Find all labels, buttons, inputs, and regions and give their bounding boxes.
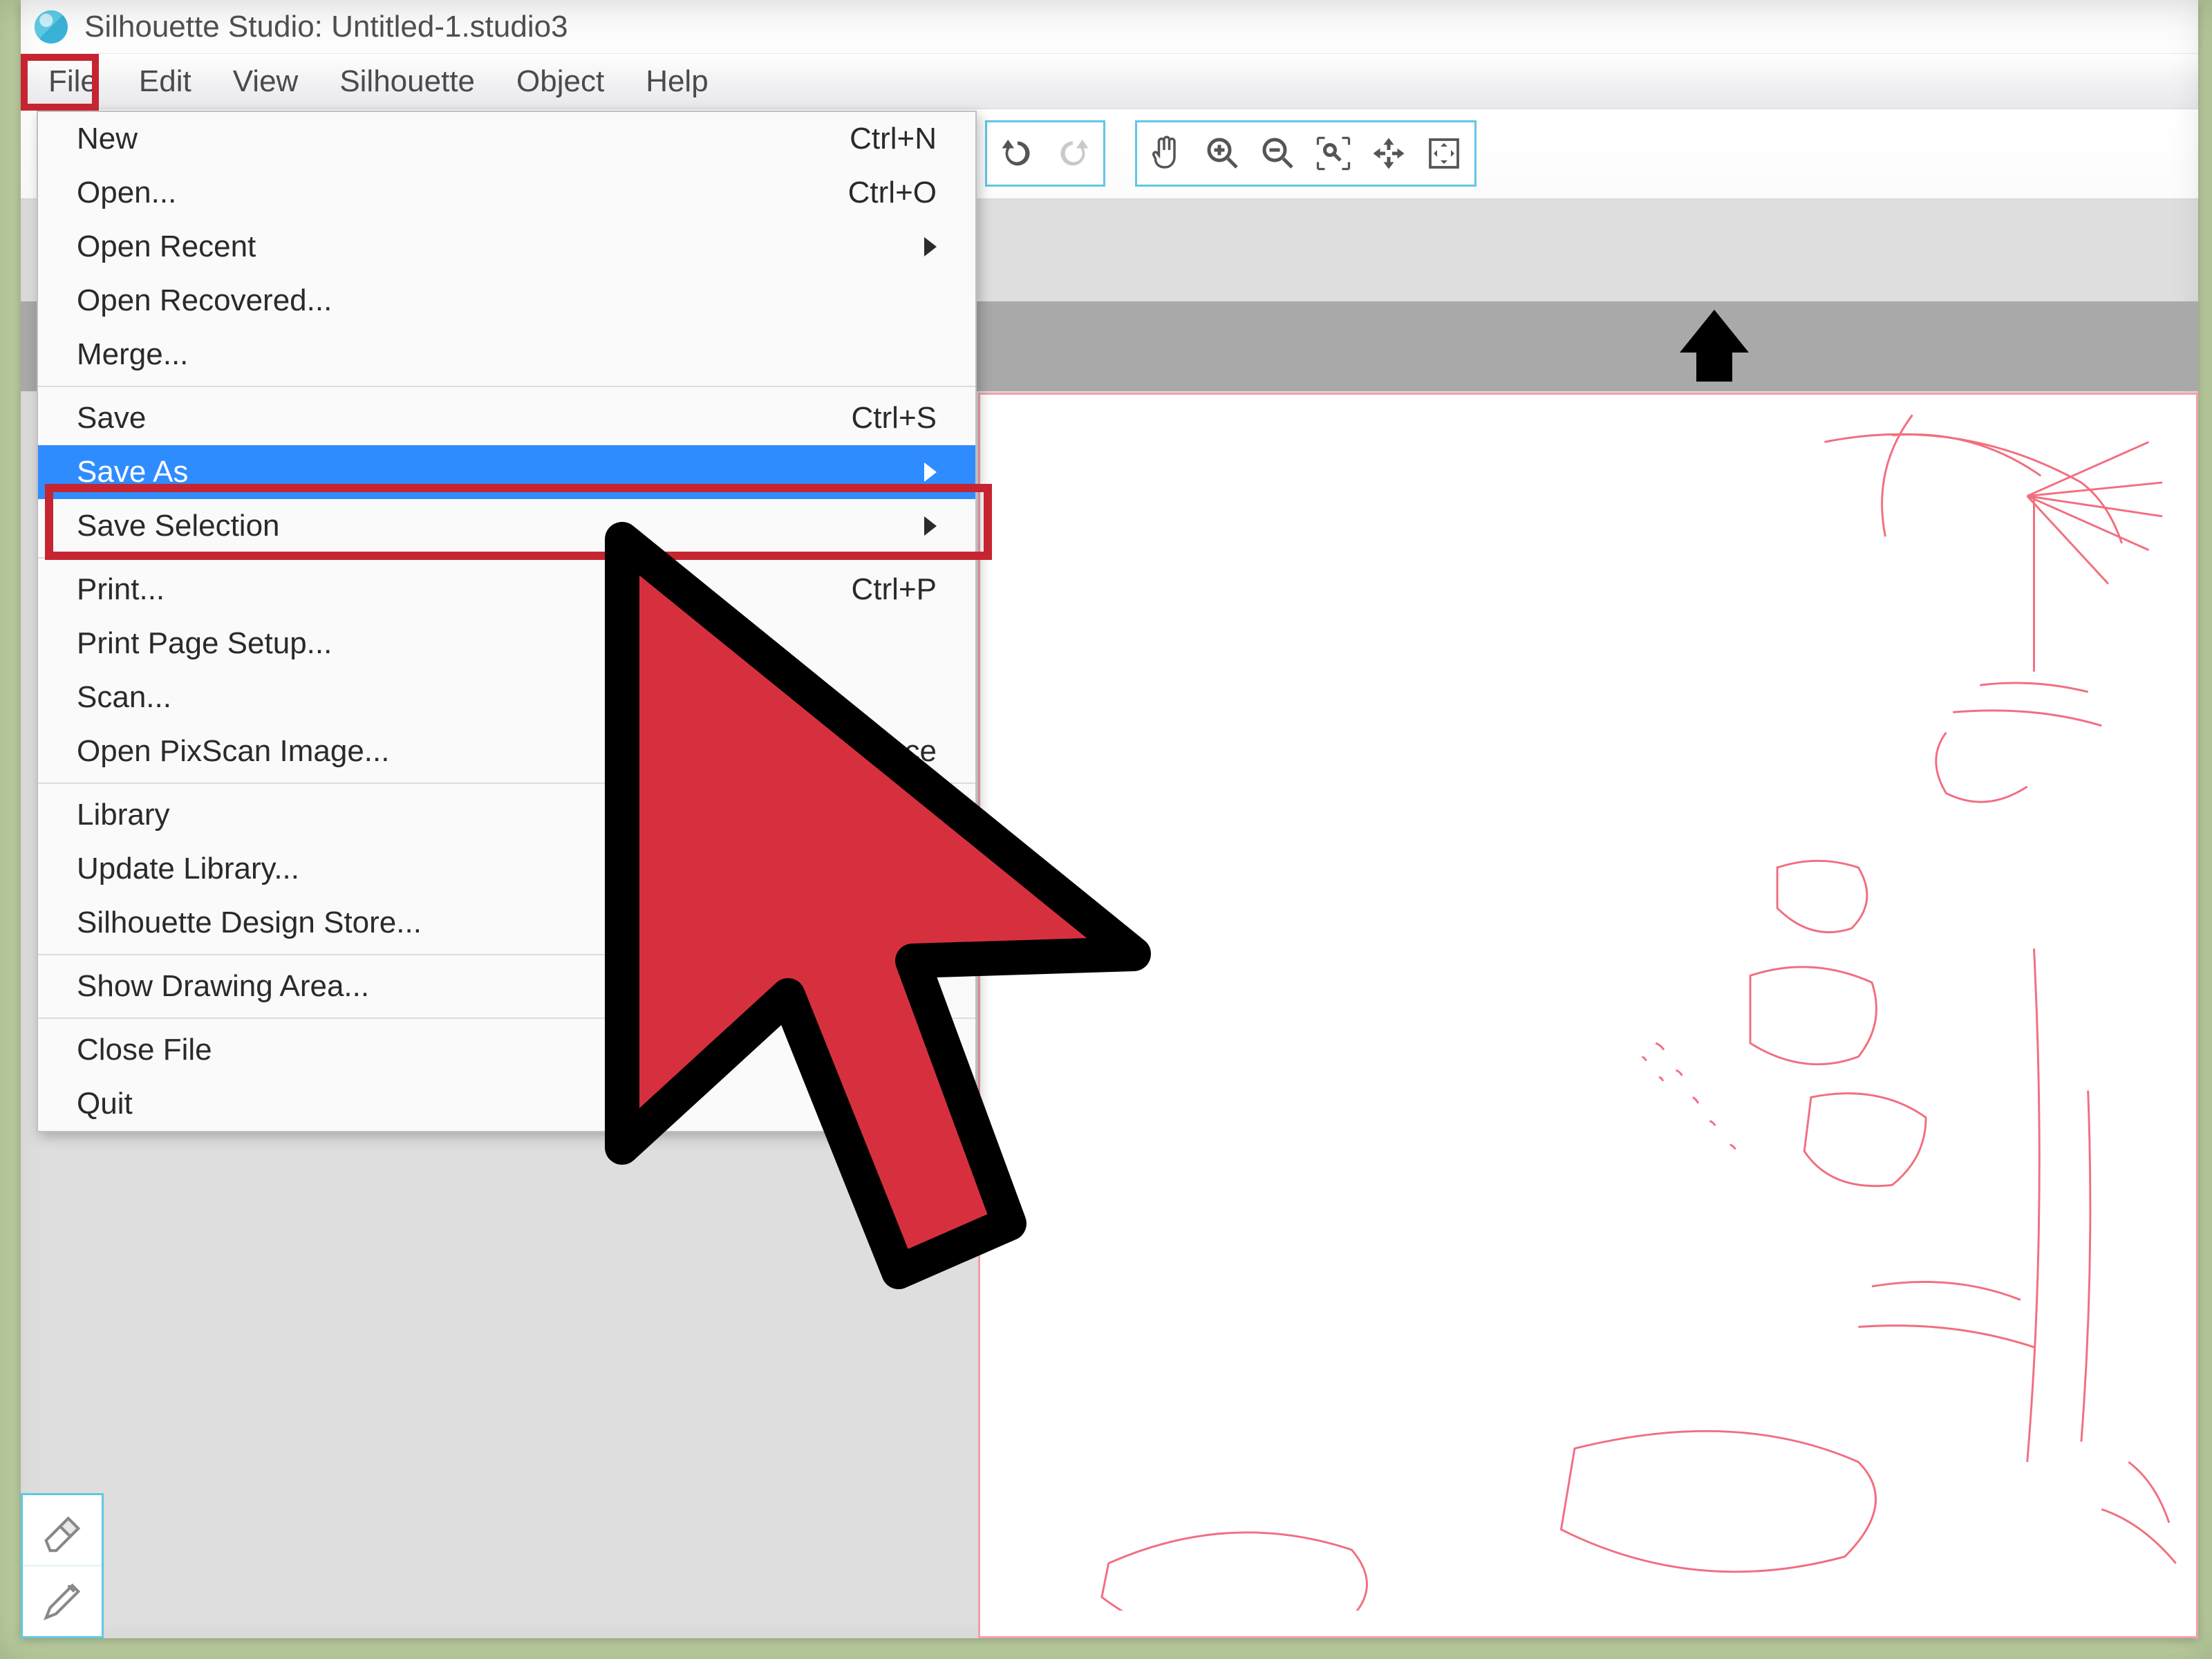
menubar: File Edit View Silhouette Object Help	[21, 54, 2198, 109]
menu-item-label: Close File	[77, 1033, 212, 1067]
file-menu-dropdown: New Ctrl+N Open... Ctrl+O Open Recent Open Re…	[37, 111, 977, 1132]
menu-item-label: Library	[77, 798, 170, 832]
menu-edit[interactable]: Edit	[118, 56, 212, 107]
ruler-marker-icon	[1680, 310, 1749, 353]
menu-item-label: Open...	[77, 176, 176, 210]
menu-item-label: Show Drawing Area...	[77, 969, 369, 1004]
zoom-selection-icon[interactable]	[1307, 127, 1360, 180]
menu-item-label: Scan...	[77, 680, 171, 715]
menu-separator	[38, 782, 975, 784]
eraser-icon[interactable]	[23, 1495, 102, 1565]
left-toolbar	[21, 1493, 104, 1638]
menu-item-shortcut: Ctrl+W	[843, 1033, 937, 1067]
zoom-out-icon[interactable]	[1252, 127, 1304, 180]
menu-silhouette[interactable]: Silhouette	[319, 56, 496, 107]
menu-separator	[38, 1018, 975, 1019]
pan-icon[interactable]	[1418, 127, 1470, 180]
menu-item-library[interactable]: Library	[38, 788, 975, 842]
toolbar-group-history	[985, 120, 1105, 187]
menu-item-open[interactable]: Open... Ctrl+O	[38, 166, 975, 220]
menu-item-close-file[interactable]: Close File Ctrl+W	[38, 1023, 975, 1077]
menu-item-shortcut: Ctrl+Alt+O	[795, 906, 937, 940]
menu-item-scan[interactable]: Scan...	[38, 671, 975, 724]
canvas-page[interactable]	[978, 393, 2198, 1638]
zoom-fit-icon[interactable]	[1362, 127, 1415, 180]
menu-item-label: Save As	[77, 455, 188, 489]
menu-item-label: Open Recovered...	[77, 283, 332, 318]
menu-item-label: Silhouette Design Store...	[77, 906, 422, 940]
menu-item-shortcut: Ctrl+P	[852, 572, 937, 607]
menu-file[interactable]: File	[28, 56, 118, 107]
menu-item-shortcut: Ctrl+Shift+Space	[706, 969, 937, 1004]
menu-item-silhouette-design-store[interactable]: Silhouette Design Store... Ctrl+Alt+O	[38, 896, 975, 950]
menu-separator	[38, 386, 975, 387]
pencil-icon[interactable]	[23, 1565, 102, 1636]
menu-item-label: Quit	[77, 1087, 133, 1121]
menu-item-shortcut: Ctrl+N	[850, 122, 937, 156]
menu-item-shortcut: Ctrl+Q	[848, 1087, 937, 1121]
menu-item-merge[interactable]: Merge...	[38, 328, 975, 382]
submenu-arrow-icon	[924, 237, 937, 256]
menu-item-label: Save Selection	[77, 509, 280, 543]
app-window: Silhouette Studio: Untitled-1.studio3 Fi…	[21, 0, 2198, 1638]
menu-item-show-drawing-area[interactable]: Show Drawing Area... Ctrl+Shift+Space	[38, 959, 975, 1013]
menu-item-update-library[interactable]: Update Library...	[38, 842, 975, 896]
menu-item-open-recent[interactable]: Open Recent	[38, 220, 975, 274]
menu-item-save-as[interactable]: Save As	[38, 445, 975, 499]
menu-item-open-recovered[interactable]: Open Recovered...	[38, 274, 975, 328]
menu-object[interactable]: Object	[496, 56, 625, 107]
menu-item-label: Print...	[77, 572, 165, 607]
menu-item-shortcut: Ctrl+O	[848, 176, 937, 210]
menu-item-print[interactable]: Print... Ctrl+P	[38, 563, 975, 617]
menu-item-label: Open Recent	[77, 229, 256, 264]
menu-item-open-pixscan-image[interactable]: Open PixScan Image... Ctrl+Shift+Space	[38, 724, 975, 778]
menu-item-label: Merge...	[77, 337, 188, 372]
menu-help[interactable]: Help	[625, 56, 729, 107]
submenu-arrow-icon	[924, 516, 937, 536]
window-title: Silhouette Studio: Untitled-1.studio3	[84, 10, 568, 44]
menu-item-label: Update Library...	[77, 852, 299, 886]
menu-item-quit[interactable]: Quit Ctrl+Q	[38, 1077, 975, 1131]
menu-item-label: Open PixScan Image...	[77, 734, 389, 769]
app-logo-icon	[35, 10, 68, 44]
hand-icon[interactable]	[1141, 127, 1194, 180]
submenu-arrow-icon	[924, 462, 937, 482]
menu-item-shortcut: Ctrl+S	[852, 401, 937, 435]
undo-icon[interactable]	[991, 127, 1044, 180]
menu-item-label: New	[77, 122, 138, 156]
menu-view[interactable]: View	[212, 56, 319, 107]
redo-icon[interactable]	[1047, 127, 1099, 180]
menu-item-print-page-setup[interactable]: Print Page Setup...	[38, 617, 975, 671]
zoom-in-icon[interactable]	[1197, 127, 1249, 180]
toolbar-group-view	[1135, 120, 1477, 187]
menu-item-label: Print Page Setup...	[77, 626, 332, 661]
titlebar: Silhouette Studio: Untitled-1.studio3	[21, 0, 2198, 54]
menu-item-shortcut: Ctrl+Shift+Space	[706, 734, 937, 769]
menu-item-save[interactable]: Save Ctrl+S	[38, 391, 975, 445]
menu-item-new[interactable]: New Ctrl+N	[38, 112, 975, 166]
menu-separator	[38, 954, 975, 955]
traced-artwork	[980, 395, 2196, 1611]
menu-item-save-selection[interactable]: Save Selection	[38, 499, 975, 553]
menu-item-label: Save	[77, 401, 146, 435]
menu-separator	[38, 557, 975, 559]
